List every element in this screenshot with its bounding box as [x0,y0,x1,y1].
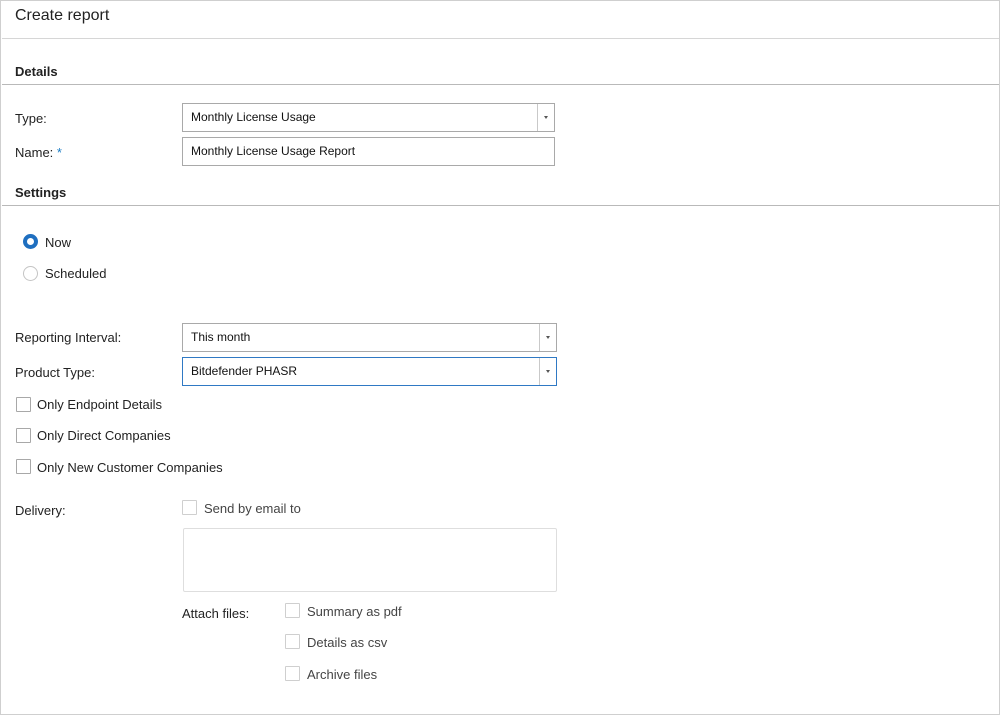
send-email-checkbox[interactable] [182,500,197,515]
email-recipients-textarea[interactable] [183,528,557,592]
type-select-value: Monthly License Usage [191,110,316,124]
direct-companies-checkbox[interactable] [16,428,31,443]
settings-divider [2,205,999,206]
radio-scheduled[interactable] [23,266,38,281]
chevron-down-icon [546,370,550,373]
product-type-select[interactable]: Bitdefender PHASR [182,357,557,386]
type-label: Type: [15,111,47,126]
radio-now[interactable] [23,234,38,249]
details-divider [2,84,999,85]
name-label: Name: * [15,145,62,160]
interval-select[interactable]: This month [182,323,557,352]
name-input-value: Monthly License Usage Report [191,144,356,158]
details-heading: Details [15,64,58,79]
settings-heading: Settings [15,185,67,200]
title-divider [2,38,999,39]
attach-csv-label[interactable]: Details as csv [307,635,387,650]
page-title: Create report [15,7,110,24]
type-select-toggle[interactable] [537,104,554,131]
type-select[interactable]: Monthly License Usage [182,103,555,132]
required-marker: * [56,145,62,160]
interval-select-toggle[interactable] [539,324,556,351]
attach-archive-checkbox[interactable] [285,666,300,681]
product-type-label: Product Type: [15,365,95,380]
name-input[interactable]: Monthly License Usage Report [182,137,555,166]
direct-companies-label[interactable]: Only Direct Companies [37,428,171,443]
endpoint-details-label[interactable]: Only Endpoint Details [37,397,162,412]
interval-select-value: This month [191,330,251,344]
attach-archive-label[interactable]: Archive files [307,667,377,682]
chevron-down-icon [544,116,548,119]
new-customer-checkbox[interactable] [16,459,31,474]
attach-pdf-label[interactable]: Summary as pdf [307,604,402,619]
radio-scheduled-label[interactable]: Scheduled [45,266,106,281]
new-customer-label[interactable]: Only New Customer Companies [37,460,223,475]
endpoint-details-checkbox[interactable] [16,397,31,412]
attach-files-label: Attach files: [182,606,250,621]
attach-csv-checkbox[interactable] [285,634,300,649]
create-report-panel: Create report Details Type: Monthly Lice… [0,0,1000,715]
product-type-toggle[interactable] [539,358,556,385]
product-type-value: Bitdefender PHASR [191,364,298,378]
delivery-label: Delivery: [15,503,66,518]
name-label-text: Name: [15,145,54,160]
interval-label: Reporting Interval: [15,330,122,345]
send-email-label[interactable]: Send by email to [204,501,301,516]
attach-pdf-checkbox[interactable] [285,603,300,618]
radio-now-label[interactable]: Now [45,235,71,250]
chevron-down-icon [546,336,550,339]
